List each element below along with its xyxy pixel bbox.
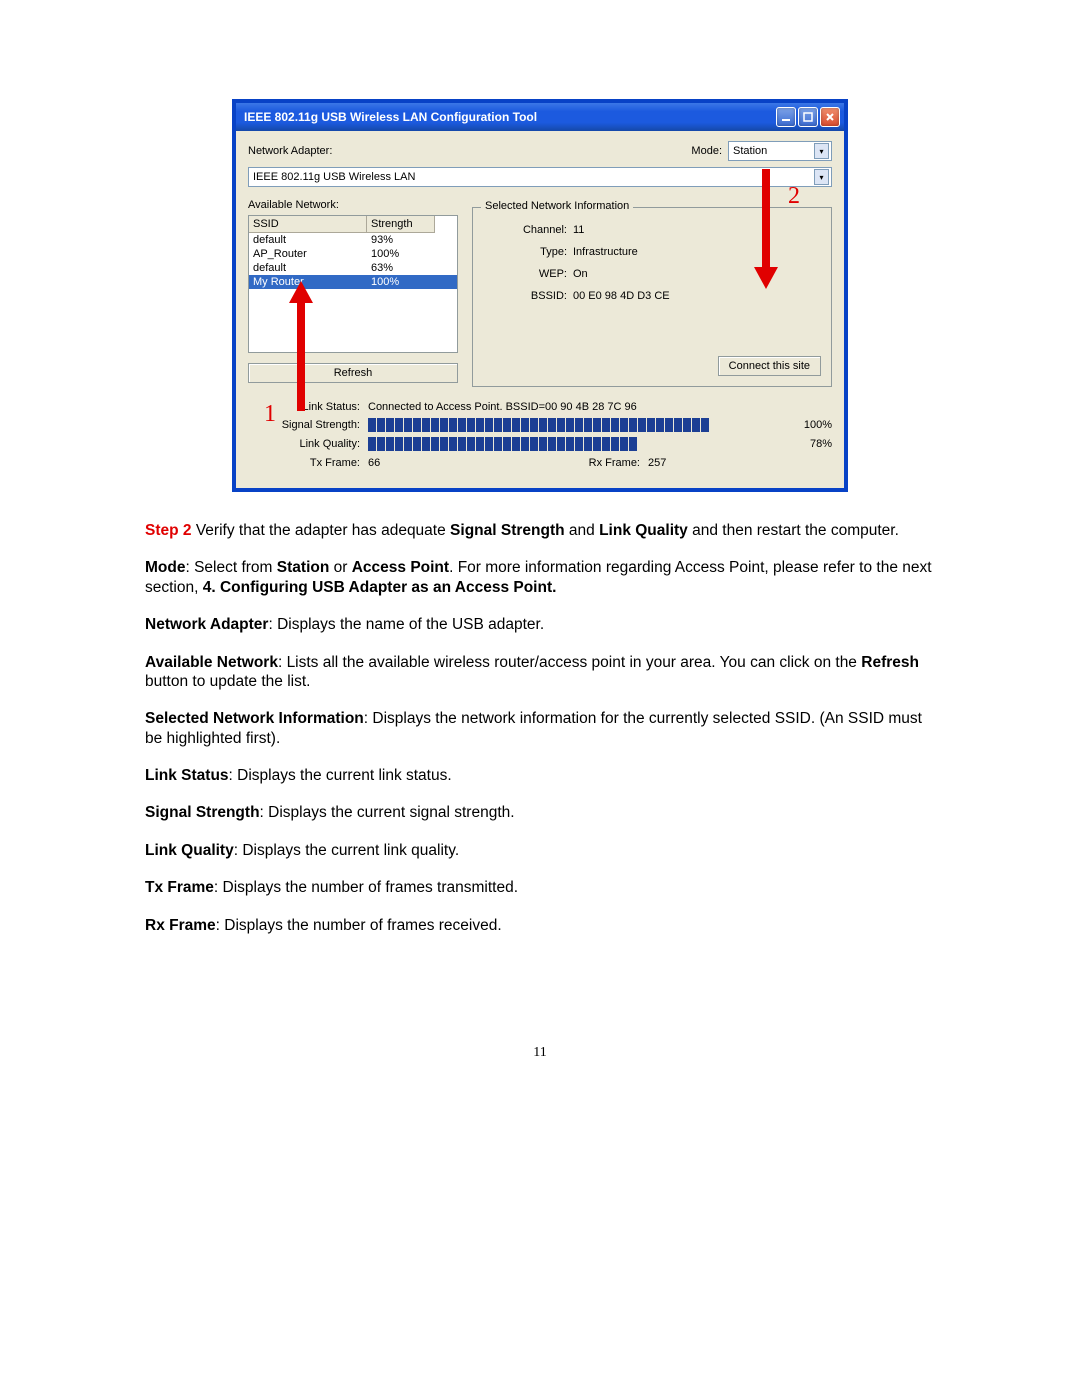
link-status-value: Connected to Access Point. BSSID=00 90 4… (368, 401, 637, 413)
type-value: Infrastructure (573, 246, 638, 258)
close-button[interactable] (820, 107, 840, 127)
document-body: Step 2 Verify that the adapter has adequ… (145, 521, 935, 935)
window-title: IEEE 802.11g USB Wireless LAN Configurat… (244, 110, 776, 124)
bssid-label: BSSID: (487, 290, 573, 302)
paragraph: Tx Frame: Displays the number of frames … (145, 878, 935, 897)
table-row[interactable]: default 93% (249, 233, 457, 247)
selected-network-info: Selected Network Information Channel: 11… (472, 207, 832, 387)
annotation-label-1: 1 (264, 401, 276, 428)
link-quality-value: 78% (786, 438, 832, 450)
paragraph: Mode: Select from Station or Access Poin… (145, 558, 935, 597)
maximize-button[interactable] (798, 107, 818, 127)
link-quality-label: Link Quality: (248, 438, 368, 450)
mode-select-value: Station (733, 145, 767, 157)
wep-label: WEP: (487, 268, 573, 280)
refresh-button[interactable]: Refresh (248, 363, 458, 383)
chevron-down-icon: ▾ (814, 169, 829, 185)
paragraph: Selected Network Information: Displays t… (145, 709, 935, 748)
page-number: 11 (145, 1045, 935, 1061)
network-adapter-label: Network Adapter: (248, 145, 332, 157)
paragraph: Step 2 Verify that the adapter has adequ… (145, 521, 935, 540)
channel-label: Channel: (487, 224, 573, 236)
window-controls (776, 107, 840, 127)
available-network-list[interactable]: SSID Strength default 93% AP_Router 100%… (248, 215, 458, 353)
adapter-select-value: IEEE 802.11g USB Wireless LAN (253, 171, 415, 183)
mode-label: Mode: (691, 145, 722, 157)
table-row[interactable]: AP_Router 100% (249, 247, 457, 261)
rx-frame-label: Rx Frame: (568, 457, 648, 469)
tx-frame-label: Tx Frame: (248, 457, 368, 469)
bssid-value: 00 E0 98 4D D3 CE (573, 290, 670, 302)
status-area: Link Status: Connected to Access Point. … (248, 401, 832, 469)
wep-value: On (573, 268, 588, 280)
chevron-down-icon: ▾ (814, 143, 829, 159)
channel-value: 11 (573, 224, 584, 236)
paragraph: Available Network: Lists all the availab… (145, 653, 935, 692)
available-network-label: Available Network: (248, 199, 458, 211)
col-header-ssid[interactable]: SSID (249, 216, 367, 233)
minimize-button[interactable] (776, 107, 796, 127)
dialog-body: Network Adapter: Mode: Station ▾ IEEE 80… (236, 131, 844, 488)
type-label: Type: (487, 246, 573, 258)
signal-strength-bar (368, 418, 728, 432)
paragraph: Rx Frame: Displays the number of frames … (145, 916, 935, 935)
adapter-select[interactable]: IEEE 802.11g USB Wireless LAN ▾ (248, 167, 832, 187)
fieldset-legend: Selected Network Information (481, 200, 633, 212)
rx-frame-value: 257 (648, 457, 666, 469)
paragraph: Link Status: Displays the current link s… (145, 766, 935, 785)
paragraph: Network Adapter: Displays the name of th… (145, 615, 935, 634)
mode-select[interactable]: Station ▾ (728, 141, 832, 161)
table-row[interactable]: default 63% (249, 261, 457, 275)
link-quality-bar (368, 437, 728, 451)
connect-button[interactable]: Connect this site (718, 356, 821, 376)
col-header-strength[interactable]: Strength (367, 216, 435, 233)
annotation-label-2: 2 (788, 183, 800, 210)
signal-strength-value: 100% (786, 419, 832, 431)
config-dialog: IEEE 802.11g USB Wireless LAN Configurat… (233, 100, 847, 491)
tx-frame-value: 66 (368, 457, 568, 469)
table-row-selected[interactable]: My Router 100% (249, 275, 457, 289)
paragraph: Signal Strength: Displays the current si… (145, 803, 935, 822)
paragraph: Link Quality: Displays the current link … (145, 841, 935, 860)
titlebar[interactable]: IEEE 802.11g USB Wireless LAN Configurat… (236, 103, 844, 131)
